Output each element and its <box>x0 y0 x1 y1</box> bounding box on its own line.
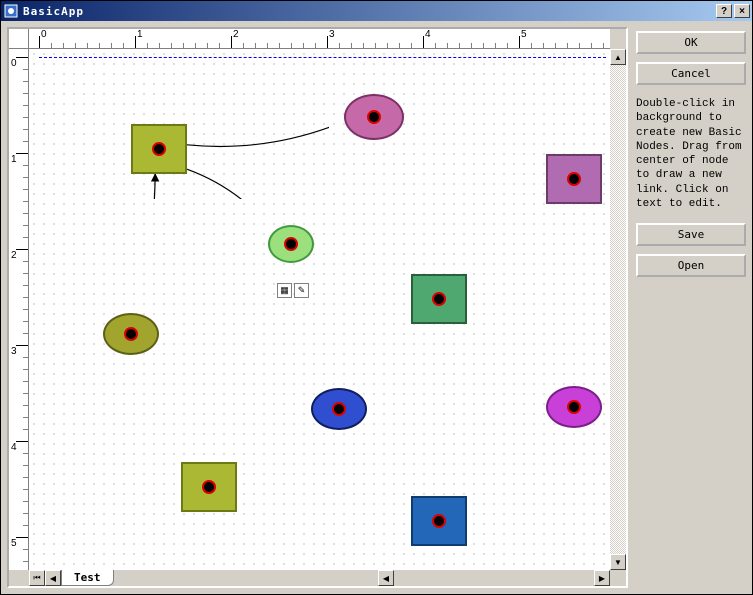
tab-scroll-prev-button[interactable]: ◀ <box>45 570 61 586</box>
tab-scroll-first-button[interactable]: ⏮ <box>29 570 45 586</box>
vertical-scrollbar[interactable]: ▲ ▼ <box>610 49 626 570</box>
diagram-node[interactable] <box>311 388 367 430</box>
node-port-icon[interactable] <box>432 292 446 306</box>
content-area: 012345 012345 ▦ ✎ <box>1 21 752 594</box>
horizontal-ruler: 012345 <box>29 29 610 49</box>
node-port-icon[interactable] <box>367 110 381 124</box>
ok-button[interactable]: OK <box>636 31 746 54</box>
scroll-up-button[interactable]: ▲ <box>610 49 626 65</box>
window-title: BasicApp <box>23 5 714 18</box>
close-button[interactable]: × <box>734 4 750 18</box>
selection-handles[interactable]: ▦ ✎ <box>277 283 311 299</box>
diagram-node[interactable] <box>344 94 404 140</box>
node-port-icon[interactable] <box>567 400 581 414</box>
node-port-icon[interactable] <box>124 327 138 341</box>
paste-options-icon[interactable]: ✎ <box>294 283 309 298</box>
open-button[interactable]: Open <box>636 254 746 277</box>
scroll-right-button[interactable]: ▶ <box>594 570 610 586</box>
vscroll-track[interactable] <box>610 65 626 554</box>
node-port-icon[interactable] <box>284 237 298 251</box>
right-panel: OK Cancel Double-click in background to … <box>636 27 746 588</box>
titlebar[interactable]: BasicApp ? × <box>1 1 752 21</box>
ruler-corner <box>9 29 29 49</box>
node-port-icon[interactable] <box>152 142 166 156</box>
horizontal-scrollbar[interactable]: ⏮ ◀ Test ◀ ▶ <box>29 570 610 586</box>
cancel-button[interactable]: Cancel <box>636 62 746 85</box>
scroll-left-button[interactable]: ◀ <box>378 570 394 586</box>
node-port-icon[interactable] <box>567 172 581 186</box>
diagram-node[interactable] <box>546 386 602 428</box>
diagram-node[interactable] <box>411 496 467 546</box>
help-button[interactable]: ? <box>716 4 732 18</box>
node-port-icon[interactable] <box>432 514 446 528</box>
app-window: BasicApp ? × 012345 012345 <box>0 0 753 595</box>
diagram-node[interactable] <box>411 274 467 324</box>
node-port-icon[interactable] <box>332 402 346 416</box>
save-button[interactable]: Save <box>636 223 746 246</box>
app-icon <box>3 3 19 19</box>
diagram-node[interactable] <box>103 313 159 355</box>
node-port-icon[interactable] <box>202 480 216 494</box>
page-boundary <box>39 57 606 59</box>
sheet-tab[interactable]: Test <box>61 570 114 586</box>
diagram-node[interactable] <box>268 225 314 263</box>
vertical-ruler: 012345 <box>9 49 29 570</box>
diagram-node[interactable] <box>181 462 237 512</box>
diagram-node[interactable] <box>131 124 187 174</box>
diagram-canvas[interactable]: ▦ ✎ <box>29 49 610 570</box>
scroll-down-button[interactable]: ▼ <box>610 554 626 570</box>
diagram-node[interactable] <box>546 154 602 204</box>
help-text: Double-click in background to create new… <box>636 93 746 215</box>
dot-grid <box>29 49 610 570</box>
canvas-frame: 012345 012345 ▦ ✎ <box>7 27 628 588</box>
smart-tag-icon[interactable]: ▦ <box>277 283 292 298</box>
